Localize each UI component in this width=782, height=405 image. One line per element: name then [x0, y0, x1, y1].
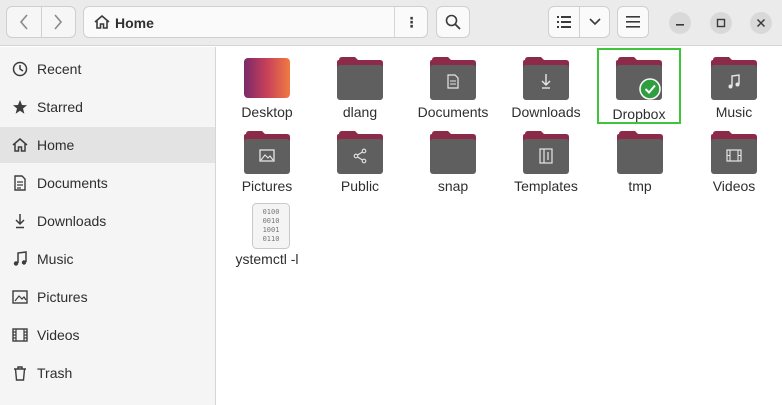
svg-text:0100: 0100	[263, 208, 280, 216]
file-label: ystemctl -l	[235, 251, 299, 267]
sidebar-item-starred[interactable]: Starred	[0, 89, 215, 125]
file-item-tmp[interactable]: tmp	[594, 122, 686, 194]
file-item-downloads[interactable]: Downloads	[500, 48, 592, 120]
sidebar-item-pictures[interactable]: Pictures	[0, 279, 215, 315]
hamburger-icon	[626, 16, 640, 28]
file-item-dropbox[interactable]: Dropbox	[597, 48, 681, 124]
close-icon	[756, 18, 766, 28]
path-current-location[interactable]: Home	[115, 15, 154, 31]
file-label: tmp	[628, 178, 652, 194]
folder-icon	[617, 131, 663, 174]
sidebar-item-label: Downloads	[37, 213, 107, 229]
home-icon	[12, 137, 28, 153]
navigation-buttons	[6, 6, 76, 38]
file-item-documents[interactable]: Documents	[407, 48, 499, 120]
view-buttons	[548, 6, 610, 38]
file-item-snap[interactable]: snap	[407, 122, 499, 194]
list-view-icon	[557, 16, 571, 28]
trash-icon	[12, 365, 28, 381]
sidebar-item-label: Recent	[37, 61, 82, 77]
sidebar-item-music[interactable]: Music	[0, 241, 215, 277]
svg-text:0010: 0010	[263, 217, 280, 225]
dropbox-folder-icon	[616, 57, 662, 100]
file-label: dlang	[342, 104, 378, 120]
home-icon	[94, 15, 110, 29]
chevron-left-icon	[19, 14, 28, 30]
file-label: Documents	[417, 104, 489, 120]
file-grid: Desktop dlang Documents Downloads Dropbo…	[217, 47, 782, 405]
music-icon	[12, 251, 28, 267]
chevron-right-icon	[54, 14, 63, 30]
file-item-public[interactable]: Public	[314, 122, 406, 194]
videos-folder-icon	[711, 131, 757, 174]
clock-icon	[12, 61, 28, 77]
close-button[interactable]	[750, 12, 772, 34]
star-icon	[12, 99, 28, 115]
folder-icon	[337, 57, 383, 100]
sidebar-item-label: Trash	[37, 365, 73, 381]
path-menu-button[interactable]: ⋮	[396, 7, 427, 37]
file-label: Videos	[712, 178, 756, 194]
forward-button[interactable]	[40, 7, 75, 37]
search-button[interactable]	[436, 6, 470, 38]
sidebar-item-label: Videos	[37, 327, 80, 343]
folder-icon	[430, 131, 476, 174]
file-item-ystemctl[interactable]: 0100 0010 1001 0110 ystemctl -l	[221, 47, 313, 277]
file-label: Music	[715, 104, 753, 120]
public-folder-icon	[337, 131, 383, 174]
chevron-down-icon	[588, 18, 601, 26]
file-label: Public	[340, 178, 380, 194]
sidebar-item-label: Home	[37, 137, 75, 153]
file-label: Downloads	[511, 104, 581, 120]
maximize-button[interactable]	[710, 12, 732, 34]
templates-folder-icon	[523, 131, 569, 174]
file-item-videos[interactable]: Videos	[688, 122, 780, 194]
sidebar-item-label: Documents	[37, 175, 108, 191]
download-icon	[12, 213, 28, 229]
vertical-dots-icon: ⋮	[404, 13, 419, 30]
minimize-button[interactable]	[669, 12, 691, 34]
sidebar-item-label: Starred	[37, 99, 83, 115]
sidebar-item-recent[interactable]: Recent	[0, 51, 215, 87]
sidebar-item-trash[interactable]: Trash	[0, 355, 215, 391]
sidebar: Recent Starred Home Documents Downloads …	[0, 47, 216, 405]
list-view-button[interactable]	[549, 7, 579, 37]
documents-folder-icon	[430, 57, 476, 100]
minimize-icon	[676, 24, 684, 26]
header-bar: Home ⋮	[0, 0, 782, 46]
file-item-templates[interactable]: Templates	[500, 122, 592, 194]
sidebar-item-documents[interactable]: Documents	[0, 165, 215, 201]
file-label: Templates	[514, 178, 578, 194]
file-item-dlang[interactable]: dlang	[314, 48, 406, 120]
sidebar-item-downloads[interactable]: Downloads	[0, 203, 215, 239]
file-label: Dropbox	[612, 106, 666, 122]
downloads-folder-icon	[523, 57, 569, 100]
music-folder-icon	[711, 57, 757, 100]
view-options-dropdown[interactable]	[579, 7, 609, 37]
image-icon	[12, 289, 28, 305]
maximize-icon	[716, 18, 726, 28]
sidebar-item-label: Music	[37, 251, 74, 267]
back-button[interactable]	[7, 7, 41, 37]
path-divider	[394, 7, 395, 37]
film-icon	[12, 327, 28, 343]
search-icon	[445, 14, 461, 30]
svg-text:0110: 0110	[263, 235, 280, 243]
path-bar[interactable]: Home ⋮	[83, 6, 428, 38]
file-item-music[interactable]: Music	[688, 48, 780, 120]
main-menu-button[interactable]	[617, 6, 649, 38]
binary-file-icon: 0100 0010 1001 0110	[252, 203, 290, 249]
document-icon	[12, 175, 28, 191]
svg-text:1001: 1001	[263, 226, 280, 234]
sidebar-item-home[interactable]: Home	[0, 127, 215, 163]
sidebar-item-label: Pictures	[37, 289, 88, 305]
sidebar-item-videos[interactable]: Videos	[0, 317, 215, 353]
file-label: snap	[437, 178, 469, 194]
